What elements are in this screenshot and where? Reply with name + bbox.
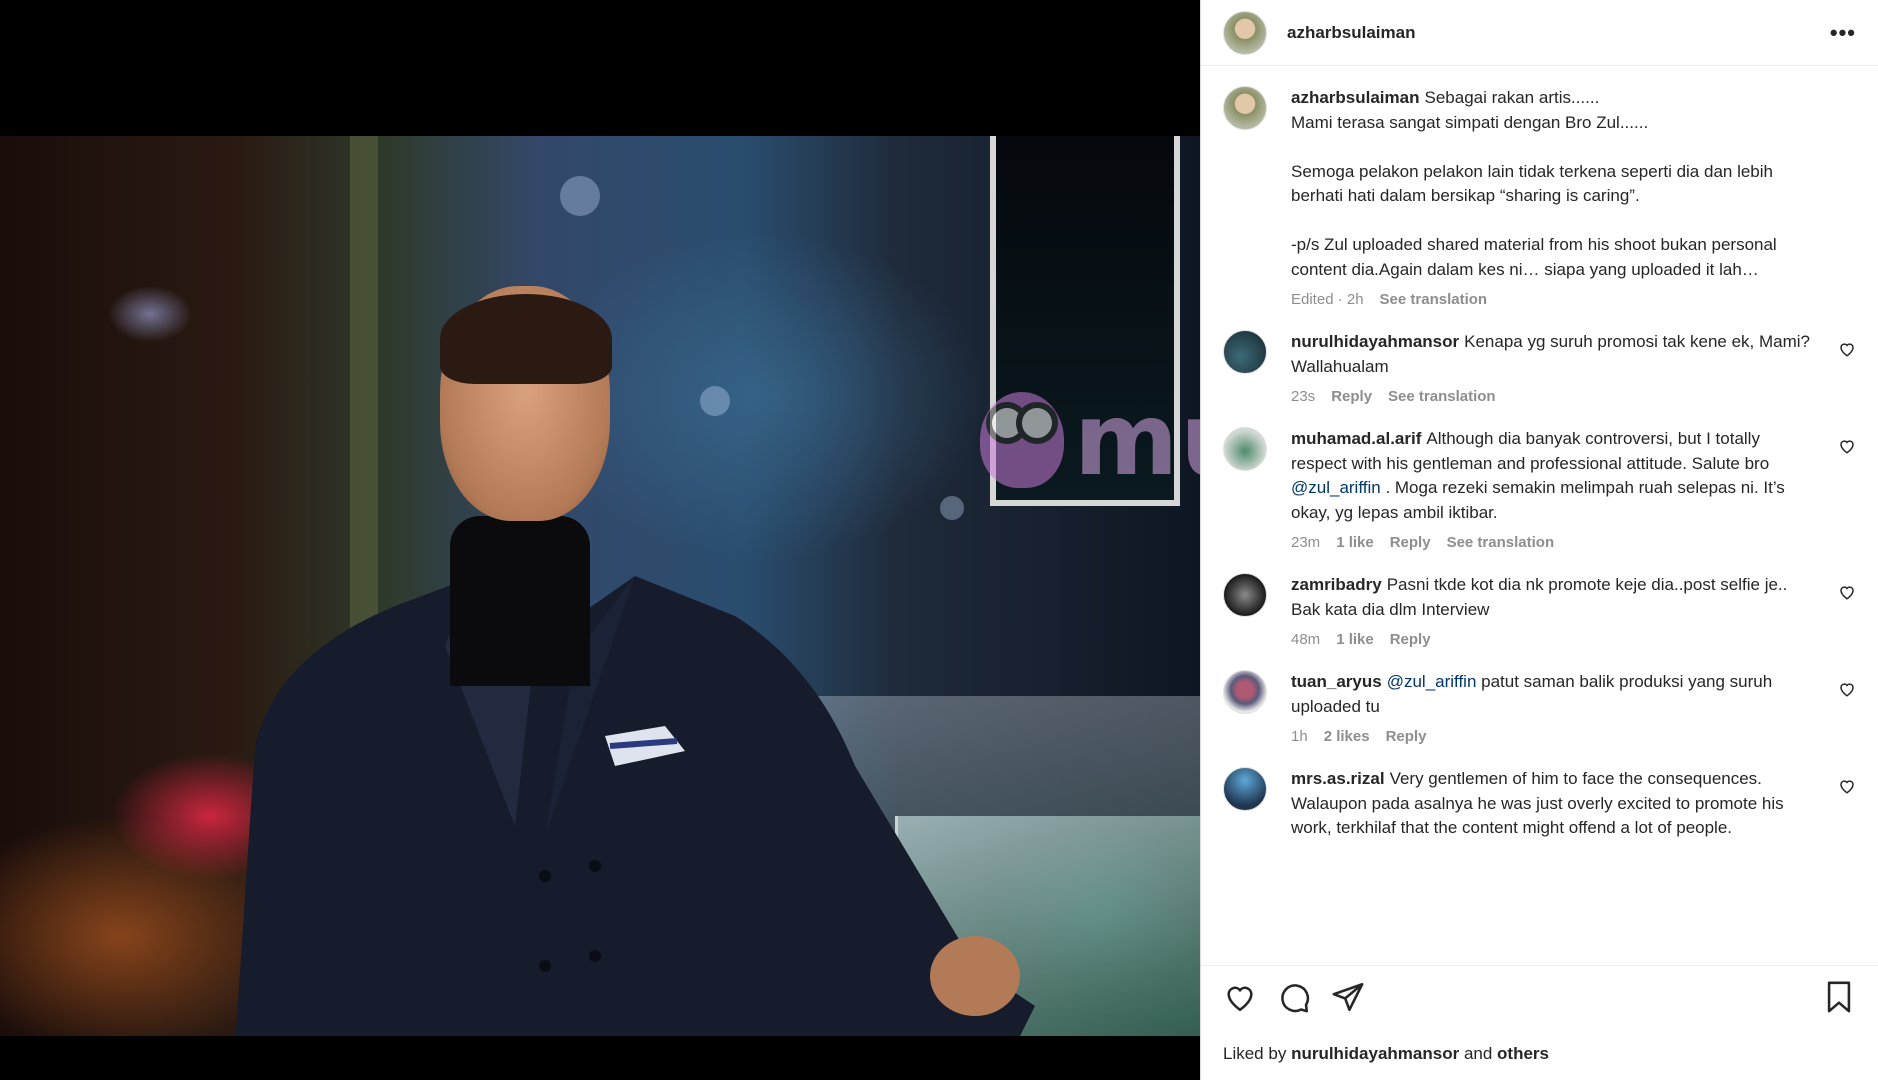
caption-avatar[interactable]: [1223, 86, 1267, 130]
man-in-suit-figure: [235, 576, 1035, 1036]
post-media[interactable]: murai: [0, 0, 1200, 1080]
watermark-text: murai: [1074, 381, 1200, 498]
comment-likes-count[interactable]: 1 like: [1336, 534, 1374, 551]
commenter-avatar[interactable]: [1223, 573, 1267, 617]
commenter-avatar[interactable]: [1223, 330, 1267, 374]
caption-line: Sebagai rakan artis......: [1424, 88, 1600, 107]
caption-text: azharbsulaiman Sebagai rakan artis...... …: [1291, 86, 1816, 282]
commenter-username[interactable]: mrs.as.rizal: [1291, 769, 1385, 788]
turtleneck: [450, 516, 590, 686]
caption-edited-time: Edited · 2h: [1291, 291, 1364, 308]
comment-item: zamribadry Pasni tkde kot dia nk promote …: [1223, 573, 1856, 648]
caption-line: content dia.Again dalam kes ni… siapa ya…: [1291, 259, 1759, 279]
caption-meta: Edited · 2h See translation: [1291, 291, 1816, 308]
commenter-avatar[interactable]: [1223, 427, 1267, 471]
post-action-bar: [1223, 980, 1856, 1014]
more-options-button[interactable]: •••: [1830, 20, 1856, 46]
user-mention-link[interactable]: @zul_ariffin: [1291, 478, 1381, 497]
watermark-logo: murai: [980, 381, 1200, 498]
liked-by-others-link[interactable]: others: [1497, 1044, 1549, 1063]
comment-icon[interactable]: [1277, 980, 1311, 1014]
bookmark-icon[interactable]: [1822, 980, 1856, 1014]
author-avatar[interactable]: [1223, 10, 1267, 55]
comment-likes-count[interactable]: 1 like: [1336, 631, 1374, 648]
caption-line: -p/s Zul uploaded shared material from h…: [1291, 235, 1777, 254]
reply-button[interactable]: Reply: [1331, 388, 1372, 405]
commenter-avatar[interactable]: [1223, 767, 1267, 811]
instagram-post-view: murai azharbsulaiman ••• azharbsulaimanS…: [0, 0, 1878, 1080]
man-hair: [440, 294, 612, 384]
comment-text: mrs.as.rizal Very gentlemen of him to fac…: [1291, 767, 1816, 841]
comment-meta: 48m 1 like Reply: [1291, 631, 1816, 648]
comment-time: 1h: [1291, 728, 1308, 745]
reply-button[interactable]: Reply: [1390, 631, 1431, 648]
commenter-username[interactable]: muhamad.al.arif: [1291, 429, 1421, 448]
comment-like-heart-icon[interactable]: [1838, 583, 1856, 601]
see-translation-link[interactable]: See translation: [1380, 291, 1488, 308]
author-username[interactable]: azharbsulaiman: [1287, 23, 1416, 43]
reply-button[interactable]: Reply: [1390, 534, 1431, 551]
comment-text: nurulhidayahmansor Kenapa yg suruh promos…: [1291, 330, 1816, 379]
liked-by-prefix: Liked by: [1223, 1044, 1287, 1063]
liked-by-username[interactable]: nurulhidayahmansor: [1291, 1044, 1459, 1063]
comment-text: tuan_aryus @zul_ariffin patut saman balik…: [1291, 670, 1816, 719]
comment-time: 48m: [1291, 631, 1321, 648]
user-mention-link[interactable]: @zul_ariffin: [1387, 672, 1477, 691]
commenter-username[interactable]: zamribadry: [1291, 575, 1382, 594]
comment-meta: 23s Reply See translation: [1291, 388, 1816, 405]
caption-line: berhati hati dalam bersikap “sharing is …: [1291, 186, 1640, 205]
comment-item: nurulhidayahmansor Kenapa yg suruh promos…: [1223, 330, 1856, 405]
comment-like-heart-icon[interactable]: [1838, 340, 1856, 358]
commenter-username[interactable]: nurulhidayahmansor: [1291, 332, 1459, 351]
comment-item: tuan_aryus @zul_ariffin patut saman balik…: [1223, 670, 1856, 745]
comment-time: 23s: [1291, 388, 1316, 405]
bokeh-light: [560, 176, 600, 216]
comment-text: zamribadry Pasni tkde kot dia nk promote …: [1291, 573, 1816, 622]
comment-meta: 23m 1 like Reply See translation: [1291, 534, 1816, 551]
comment-time: 23m: [1291, 534, 1321, 551]
reply-button[interactable]: Reply: [1386, 728, 1427, 745]
comments-list[interactable]: azharbsulaiman Sebagai rakan artis...... …: [1201, 66, 1878, 966]
liked-by-and: and: [1463, 1044, 1493, 1063]
post-caption: azharbsulaiman Sebagai rakan artis...... …: [1223, 86, 1856, 308]
comment-item: mrs.as.rizal Very gentlemen of him to fac…: [1223, 767, 1856, 841]
comment-like-heart-icon[interactable]: [1838, 777, 1856, 795]
liked-by-line: Liked by nurulhidayahmansor and others: [1223, 1044, 1549, 1064]
commenter-username[interactable]: tuan_aryus: [1291, 672, 1382, 691]
comment-like-heart-icon[interactable]: [1838, 437, 1856, 455]
comment-item: muhamad.al.arif Although dia banyak contr…: [1223, 427, 1856, 551]
see-translation-link[interactable]: See translation: [1447, 534, 1555, 551]
share-icon[interactable]: [1331, 980, 1365, 1014]
post-header: azharbsulaiman •••: [1201, 0, 1878, 66]
owl-icon: [980, 391, 1064, 488]
post-side-panel: azharbsulaiman ••• azharbsulaiman Sebagai…: [1200, 0, 1878, 1080]
caption-line: [1291, 135, 1816, 160]
comment-likes-count[interactable]: 2 likes: [1324, 728, 1370, 745]
caption-line: Mami terasa sangat simpati dengan Bro Zu…: [1291, 112, 1649, 132]
comment-like-heart-icon[interactable]: [1838, 680, 1856, 698]
caption-username[interactable]: azharbsulaiman: [1291, 88, 1420, 107]
caption-line: [1291, 209, 1816, 234]
comment-text: muhamad.al.arif Although dia banyak contr…: [1291, 427, 1816, 525]
caption-line: Semoga pelakon pelakon lain tidak terken…: [1291, 161, 1773, 181]
post-photo: murai: [0, 136, 1200, 1036]
commenter-avatar[interactable]: [1223, 670, 1267, 714]
heart-icon[interactable]: [1223, 980, 1257, 1014]
see-translation-link[interactable]: See translation: [1388, 388, 1496, 405]
comment-meta: 1h 2 likes Reply: [1291, 728, 1816, 745]
